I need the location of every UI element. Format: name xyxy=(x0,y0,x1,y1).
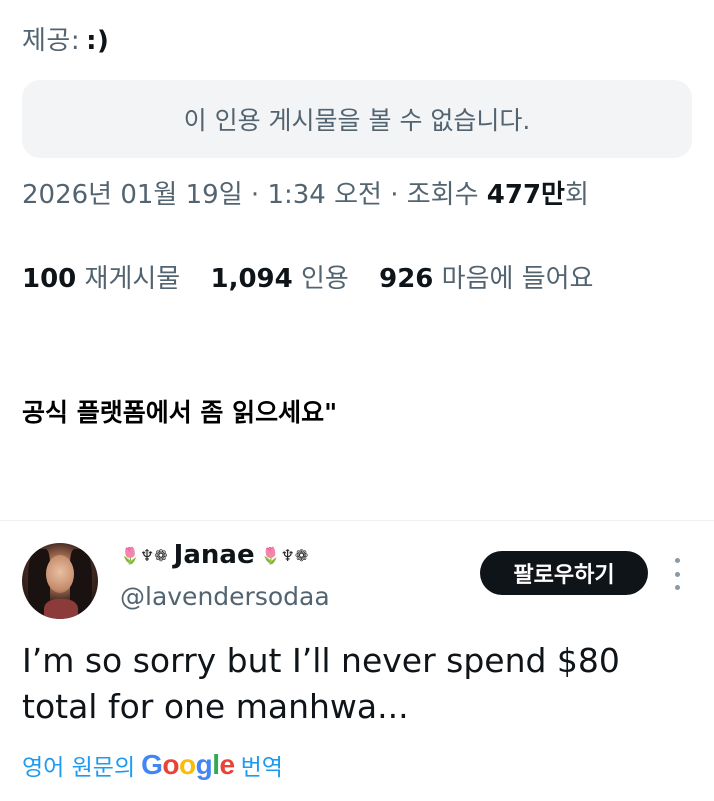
post-date: 2026년 01월 19일 xyxy=(22,180,243,210)
quote-unavailable-text: 이 인용 게시물을 볼 수 없습니다. xyxy=(183,106,531,135)
more-vertical-icon[interactable] xyxy=(670,558,684,590)
reposts-count: 100 xyxy=(22,264,77,294)
google-logo: Google xyxy=(141,749,235,780)
meta-separator: · xyxy=(242,180,268,210)
quotes-count: 1,094 xyxy=(210,264,293,294)
reposts-stat[interactable]: 100 재게시물 xyxy=(22,264,180,294)
post-time: 1:34 오전 xyxy=(267,180,382,210)
display-name-row[interactable]: 🌷♆❁ Janae 🌷♆❁ xyxy=(120,540,308,570)
quotes-label: 인용 xyxy=(301,264,349,294)
reply-text: I’m so sorry but I’ll never spend $80 to… xyxy=(22,641,620,726)
more-dot xyxy=(674,571,680,577)
reposts-label: 재게시물 xyxy=(84,264,181,294)
views-label: 조회수 xyxy=(406,180,479,210)
likes-stat[interactable]: 926 마음에 들어요 xyxy=(379,264,593,294)
provided-emoticon: :) xyxy=(86,26,110,56)
flower-emoji-icon: 🌷♆❁ xyxy=(120,545,168,565)
profile-avatar[interactable] xyxy=(22,543,98,619)
provided-by-line: 제공::) xyxy=(22,20,109,57)
provided-label: 제공: xyxy=(22,26,81,56)
translate-prefix: 영어 원문의 xyxy=(22,755,136,781)
caption-text: 공식 플랫폼에서 좀 읽으세요" xyxy=(22,398,338,427)
post-meta: 2026년 01월 19일 · 1:34 오전 · 조회수 477만회 xyxy=(22,174,589,211)
divider xyxy=(0,520,714,521)
flower-emoji-icon: 🌷♆❁ xyxy=(260,545,309,565)
more-dot xyxy=(674,585,680,590)
quotes-stat[interactable]: 1,094 인용 xyxy=(211,264,349,294)
meta-separator: · xyxy=(381,180,407,210)
more-dot xyxy=(674,558,680,563)
views-suffix: 회 xyxy=(564,180,589,210)
user-handle[interactable]: @lavendersodaa xyxy=(120,582,330,611)
translate-suffix: 번역 xyxy=(240,755,283,781)
follow-button[interactable]: 팔로우하기 xyxy=(480,551,648,595)
avatar-clothing xyxy=(44,599,78,619)
likes-label: 마음에 들어요 xyxy=(441,264,594,294)
display-name: Janae xyxy=(173,540,255,570)
likes-count: 926 xyxy=(379,264,434,294)
quote-unavailable-box: 이 인용 게시물을 볼 수 없습니다. xyxy=(22,80,692,158)
views-number: 477만 xyxy=(486,180,565,210)
translate-link[interactable]: 영어 원문의 Google 번역 xyxy=(22,748,283,782)
avatar-face xyxy=(46,555,74,593)
engagement-stats: 100 재게시물 1,094 인용 926 마음에 들어요 xyxy=(22,258,615,295)
